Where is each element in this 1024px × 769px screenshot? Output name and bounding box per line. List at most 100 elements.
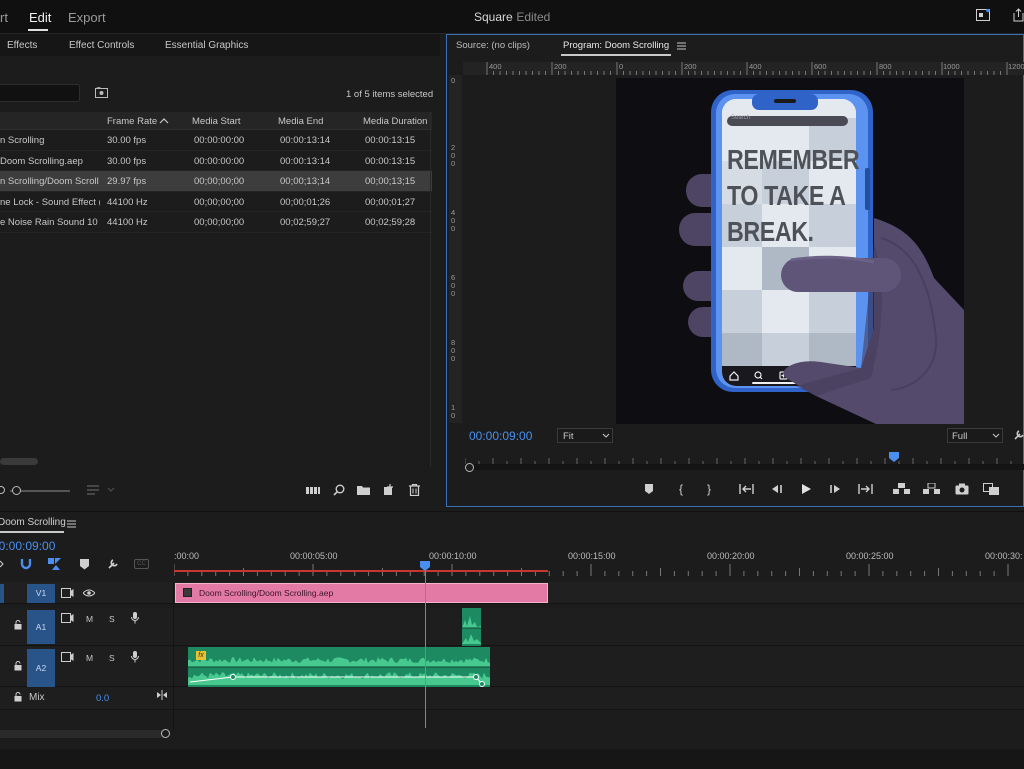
track-target-a2[interactable]: A2 (27, 649, 55, 687)
microphone-icon[interactable] (131, 612, 139, 624)
workspace-export[interactable]: Export (68, 10, 106, 25)
workspace-import[interactable]: rt (0, 10, 8, 25)
eye-icon[interactable] (83, 589, 95, 597)
ruler-label: 400 (749, 62, 762, 71)
extract-button[interactable] (923, 483, 941, 495)
row-rate: 30.00 fps (107, 135, 147, 146)
captions-icon[interactable]: CC (134, 559, 149, 569)
row-name: ne Lock - Sound Effect ( (0, 196, 100, 208)
toggle-sync-lock-icon[interactable] (61, 588, 74, 598)
toggle-sync-lock-icon[interactable] (61, 613, 74, 623)
keyframe (230, 674, 236, 680)
tab-source[interactable]: Source: (no clips) (456, 40, 530, 51)
microphone-icon[interactable] (131, 651, 139, 663)
audio-clip-a1[interactable] (462, 608, 481, 646)
toggle-sync-lock-icon[interactable] (61, 652, 74, 662)
timeline-h-scrollbar[interactable] (0, 730, 170, 738)
tab-effect-controls[interactable]: Effect Controls (69, 40, 134, 51)
col-media-duration[interactable]: Media Duration (363, 116, 427, 127)
insert-nest-icon[interactable] (0, 559, 4, 569)
row-start: 00;00;00;00 (194, 196, 245, 208)
workspace-panel-icon[interactable] (976, 9, 990, 21)
mute-button[interactable]: M (86, 614, 93, 624)
new-bin-folder-icon[interactable] (357, 485, 370, 495)
panel-menu-icon[interactable] (677, 42, 686, 50)
program-timecode[interactable]: 00:00:09:00 (469, 429, 532, 443)
chevron-down-icon[interactable] (107, 486, 115, 494)
lock-icon[interactable] (14, 661, 22, 671)
phone-text-line1: REMEMBER (727, 144, 860, 175)
zoom-slider-thumb[interactable] (12, 486, 21, 495)
tab-effects[interactable]: Effects (7, 40, 37, 51)
scrubber-handle[interactable] (465, 463, 474, 472)
step-back-button[interactable] (769, 483, 783, 495)
tab-essential-graphics[interactable]: Essential Graphics (165, 40, 248, 51)
mini-playhead[interactable] (889, 452, 899, 462)
lock-icon[interactable] (14, 692, 22, 702)
wrench-icon[interactable] (1013, 429, 1024, 441)
sequence-tab[interactable]: Doom Scrolling (0, 517, 66, 528)
mark-out-button[interactable]: } (703, 482, 715, 496)
zoom-out-icon[interactable] (0, 486, 5, 494)
table-row[interactable]: Doom Scrolling.aep 30.00 fps 00:00:00:00… (0, 150, 432, 171)
share-icon[interactable] (1012, 8, 1024, 22)
table-row[interactable]: ne Lock - Sound Effect ( 44100 Hz 00;00;… (0, 191, 432, 212)
audio-clip-a2[interactable]: fx (188, 647, 490, 687)
table-row[interactable]: n Scrolling 30.00 fps 00:00:00:00 00:00:… (0, 130, 432, 151)
wrench-icon[interactable] (107, 558, 119, 570)
panel-menu-icon[interactable] (67, 520, 76, 528)
add-marker-button[interactable] (644, 483, 656, 495)
automate-to-sequence-icon[interactable] (306, 485, 320, 495)
timeline-panel: Doom Scrolling 00:00:09:00 CC :00:00 00:… (0, 511, 1024, 769)
solo-button[interactable]: S (109, 653, 115, 663)
mute-button[interactable]: M (86, 653, 93, 663)
horizontal-scrollbar[interactable] (0, 458, 38, 465)
table-row-selected[interactable]: n Scrolling/Doom Scroll 29.97 fps 00;00;… (0, 171, 432, 192)
search-input[interactable] (0, 84, 80, 102)
solo-button[interactable]: S (109, 614, 115, 624)
mark-in-button[interactable]: { (675, 482, 687, 496)
sort-asc-icon[interactable] (159, 116, 169, 126)
mix-volume-value[interactable]: 0.0 (96, 693, 109, 704)
quality-dropdown[interactable]: Full (947, 428, 1003, 443)
phone-text-line2: TO TAKE A (727, 180, 846, 211)
lift-button[interactable] (893, 483, 911, 495)
fx-badge[interactable]: fx (196, 651, 206, 660)
step-forward-button[interactable] (829, 483, 843, 495)
new-bin-icon[interactable] (95, 87, 108, 98)
trash-icon[interactable] (409, 484, 420, 496)
track-a1 (0, 608, 1024, 646)
col-media-end[interactable]: Media End (278, 116, 323, 127)
export-frame-button[interactable] (955, 483, 969, 495)
go-to-end-icon[interactable] (157, 690, 167, 700)
new-item-icon[interactable] (383, 484, 395, 496)
add-marker-icon[interactable] (80, 559, 89, 570)
play-button[interactable] (800, 483, 812, 495)
table-row[interactable]: e Noise Rain Sound 10 [ 44100 Hz 00;00;0… (0, 212, 432, 233)
playhead-head[interactable] (420, 561, 430, 571)
project-status: - Edited (509, 10, 551, 24)
video-clip[interactable]: Doom Scrolling/Doom Scrolling.aep (175, 583, 548, 603)
workspace-edit[interactable]: Edit (29, 10, 51, 25)
go-to-out-button[interactable] (857, 483, 873, 495)
linked-selection-icon[interactable] (48, 558, 61, 570)
track-target-v1[interactable]: V1 (27, 584, 55, 603)
compare-view-button[interactable] (983, 483, 1001, 495)
sort-icons-icon[interactable] (87, 485, 99, 495)
snap-magnet-icon[interactable] (20, 558, 32, 570)
col-frame-rate[interactable]: Frame Rate (107, 116, 157, 127)
time-ruler[interactable]: :00:00 00:00:05:00 00:00:10:00 00:00:15:… (174, 542, 1024, 578)
go-to-in-button[interactable] (739, 483, 755, 495)
col-media-start[interactable]: Media Start (192, 116, 241, 127)
work-area-bar[interactable] (174, 570, 548, 572)
find-icon[interactable] (333, 484, 345, 496)
timeline-timecode[interactable]: 00:00:09:00 (0, 539, 55, 553)
tab-program[interactable]: Program: Doom Scrolling (563, 40, 669, 51)
zoom-handle[interactable] (161, 729, 170, 738)
row-end: 00;00;13;14 (280, 176, 331, 187)
track-target-a1[interactable]: A1 (27, 610, 55, 644)
fit-dropdown[interactable]: Fit (557, 428, 613, 443)
lock-icon[interactable] (14, 620, 22, 630)
source-patch-v1[interactable] (0, 584, 4, 603)
program-scrubber[interactable] (465, 464, 1024, 470)
